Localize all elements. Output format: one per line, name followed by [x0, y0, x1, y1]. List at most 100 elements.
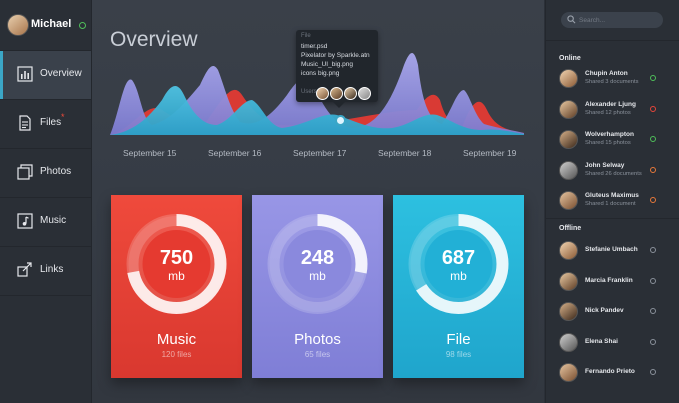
user-profile[interactable]: Michael	[0, 0, 91, 51]
contact-row[interactable]: Stefanie Umbach	[546, 237, 679, 267]
tooltip-file: Music_UI_big.png	[301, 61, 354, 68]
file-count: 120 files	[161, 350, 192, 359]
status-dot-icon	[650, 136, 656, 142]
nav-label: Music	[40, 215, 67, 226]
file-tooltip: File timer.psd Pixelator by Sparkle.atn …	[296, 30, 378, 108]
contact-row[interactable]: Gluteus Maximus Shared 1 document	[546, 187, 679, 217]
storage-unit: mb	[450, 269, 467, 283]
timeline-date: September 15	[123, 148, 177, 158]
contact-avatar[interactable]	[559, 160, 578, 180]
nav-item-files[interactable]: Files *	[0, 100, 91, 149]
contact-avatar[interactable]	[559, 191, 578, 210]
user-name: Michael	[31, 18, 72, 30]
contact-name: Fernando Prieto	[585, 368, 635, 375]
app-window: Michael Overview Files * Photos Music Li…	[0, 0, 679, 403]
offline-section-label: Offline	[559, 225, 582, 232]
nav-item-photos[interactable]: Photos	[0, 149, 91, 198]
contact-name: John Selway	[585, 161, 625, 169]
storage-unit: mb	[168, 269, 185, 283]
contact-row[interactable]: Wolverhampton Shared 15 photos	[546, 126, 679, 156]
contact-row[interactable]: John Selway Shared 26 documents	[546, 157, 679, 187]
contact-activity: Shared 15 photos	[585, 140, 631, 146]
nav-item-music[interactable]: Music	[0, 198, 91, 247]
card-title: Music	[156, 331, 197, 348]
status-dot-icon	[650, 247, 656, 253]
contact-row[interactable]: Chupin Anton Shared 3 documents	[546, 65, 679, 95]
tooltip-user-avatar[interactable]	[330, 87, 343, 100]
photos-icon	[17, 164, 33, 180]
contact-row[interactable]: Marcia Franklin	[546, 268, 679, 298]
contacts-panel: Online Chupin Anton Shared 3 documents Ale…	[545, 0, 679, 403]
music-icon	[17, 213, 33, 229]
contact-avatar[interactable]	[559, 363, 578, 382]
search-box[interactable]	[561, 12, 663, 28]
nav-label: Files	[40, 117, 62, 128]
nav-label: Links	[40, 264, 64, 275]
contact-row[interactable]: Elena Shai	[546, 329, 679, 359]
contact-row[interactable]: Nick Pandev	[546, 298, 679, 328]
user-avatar[interactable]	[7, 14, 29, 36]
timeline-date: September 16	[208, 148, 262, 158]
timeline-date: September 18	[378, 148, 432, 158]
status-dot-icon	[650, 105, 656, 112]
contact-name: Elena Shai	[585, 337, 618, 345]
divider	[546, 40, 679, 41]
sidebar: Michael Overview Files * Photos Music Li…	[0, 0, 92, 403]
contact-avatar[interactable]	[559, 302, 578, 321]
contact-name: Nick Pandev	[585, 307, 624, 314]
card-title: Photos	[294, 331, 341, 348]
status-dot-icon	[650, 308, 656, 314]
contact-activity: Shared 3 documents	[585, 79, 639, 85]
contact-activity: Shared 12 photos	[585, 109, 631, 116]
contact-row[interactable]: Fernando Prieto	[546, 359, 679, 389]
nav-label: Overview	[40, 68, 82, 79]
contact-name: Stefanie Umbach	[585, 246, 638, 253]
status-dot-icon	[650, 338, 656, 345]
nav-item-overview[interactable]: Overview	[0, 51, 91, 100]
storage-value: 248	[300, 247, 335, 269]
status-dot-icon	[650, 369, 656, 375]
contact-name: Marcia Franklin	[585, 276, 633, 284]
contact-avatar[interactable]	[559, 69, 578, 88]
tooltip-users-label: Users	[301, 89, 317, 95]
tooltip-file: timer.psd	[301, 43, 328, 50]
contact-avatar[interactable]	[559, 241, 578, 260]
contact-name: Gluteus Maximus	[585, 192, 639, 199]
online-status-icon	[79, 22, 86, 29]
tooltip-user-avatar[interactable]	[316, 87, 329, 100]
tooltip-header: File	[301, 33, 311, 39]
contact-avatar[interactable]	[559, 130, 578, 149]
contact-activity: Shared 1 document	[585, 201, 636, 207]
tooltip-user-avatar[interactable]	[358, 87, 371, 100]
storage-value: 687	[441, 247, 476, 269]
search-input[interactable]	[579, 14, 659, 26]
timeline-date: September 17	[293, 148, 347, 158]
timeline-dates: September 15 September 16 September 17 S…	[92, 148, 544, 162]
storage-unit: mb	[309, 269, 326, 283]
main-content: Overview File timer.psd Pixelator by Spa…	[92, 0, 544, 403]
file-count: 98 files	[445, 350, 472, 359]
timeline-marker[interactable]	[335, 115, 346, 126]
contact-name: Wolverhampton	[585, 131, 634, 138]
divider	[546, 218, 679, 219]
timeline-date: September 19	[463, 148, 517, 158]
contact-name: Chupin Anton	[585, 70, 628, 77]
contact-avatar[interactable]	[559, 332, 578, 352]
nav-item-links[interactable]: Links	[0, 247, 91, 296]
card-title: File	[446, 331, 471, 348]
storage-value: 750	[159, 247, 194, 269]
bar-chart-icon	[17, 66, 33, 82]
tooltip-file: Pixelator by Sparkle.atn	[301, 52, 370, 59]
contact-row[interactable]: Alexander Ljung Shared 12 photos	[546, 96, 679, 126]
status-dot-icon	[650, 75, 656, 81]
status-dot-icon	[650, 277, 656, 284]
storage-card-file[interactable]: 687 mb File 98 files	[393, 195, 524, 378]
contact-avatar[interactable]	[559, 271, 578, 291]
tooltip-file: icons big.png	[301, 70, 340, 77]
contact-avatar[interactable]	[559, 99, 578, 119]
storage-card-music[interactable]: 750 mb Music 120 files	[111, 195, 242, 378]
storage-card-photos[interactable]: 248 mb Photos 65 files	[252, 195, 383, 378]
contact-activity: Shared 26 documents	[585, 170, 642, 177]
tooltip-user-avatar[interactable]	[344, 87, 357, 100]
status-dot-icon	[650, 166, 656, 173]
